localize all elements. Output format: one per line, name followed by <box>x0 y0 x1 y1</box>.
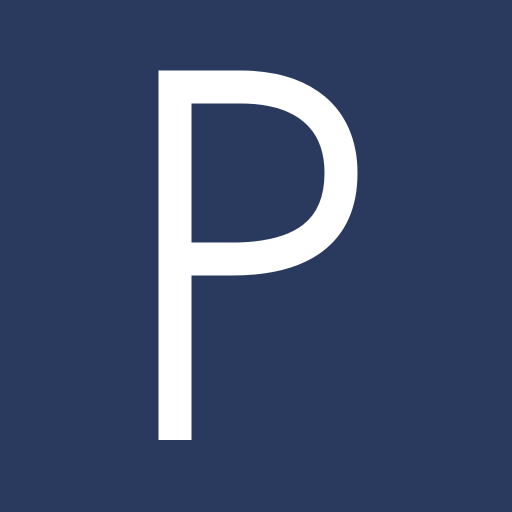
app-icon-tile: P <box>0 0 512 512</box>
letter-p-glyph <box>158 70 358 440</box>
